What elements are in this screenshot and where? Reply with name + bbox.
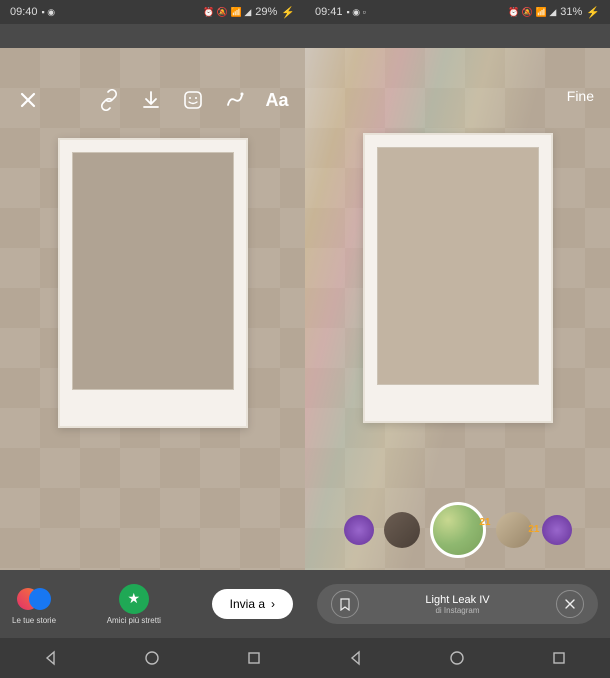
- filter-carousel[interactable]: 21 21: [305, 502, 610, 558]
- nav-recent-icon[interactable]: [244, 648, 264, 668]
- text-tool[interactable]: Aa: [265, 88, 289, 112]
- send-to-button[interactable]: Invia a ›: [212, 589, 293, 619]
- nav-home-icon[interactable]: [142, 648, 162, 668]
- right-screenshot: 09:41 ▪ ◉ ▫ ⏰ 🔕 📶 ◢ 31% ⚡ Fine 21 21: [305, 0, 610, 678]
- filter-browse-left[interactable]: [344, 515, 374, 545]
- filter-info-pill: Light Leak IV di Instagram: [317, 584, 598, 624]
- charging-icon: ⚡: [281, 6, 295, 19]
- filter-author: di Instagram: [435, 606, 479, 615]
- your-stories-label: Le tue storie: [12, 616, 56, 625]
- bookmark-icon[interactable]: [331, 590, 359, 618]
- status-bar: 09:41 ▪ ◉ ▫ ⏰ 🔕 📶 ◢ 31% ⚡: [305, 0, 610, 24]
- status-time: 09:41: [315, 6, 343, 18]
- android-nav-bar: [0, 638, 305, 678]
- android-nav-bar: [305, 638, 610, 678]
- status-battery: 29%: [255, 6, 277, 18]
- nav-back-icon[interactable]: [41, 648, 61, 668]
- link-icon[interactable]: [97, 88, 121, 112]
- filter-preview-canvas[interactable]: Fine 21 21: [305, 48, 610, 570]
- status-indicators: ⏰ 🔕 📶 ◢: [203, 7, 251, 18]
- nav-recent-icon[interactable]: [549, 648, 569, 668]
- polaroid-frame[interactable]: [363, 133, 553, 423]
- done-button[interactable]: Fine: [567, 88, 594, 104]
- filter-badge: 21: [479, 517, 490, 528]
- status-indicators: ⏰ 🔕 📶 ◢: [508, 7, 556, 18]
- polaroid-inner: [72, 152, 234, 390]
- filter-thumbnail[interactable]: 21: [496, 512, 532, 548]
- status-app-icons: ▪ ◉: [42, 7, 56, 18]
- status-battery: 31%: [560, 6, 582, 18]
- status-bar: 09:40 ▪ ◉ ⏰ 🔕 📶 ◢ 29% ⚡: [0, 0, 305, 24]
- close-friends-button[interactable]: ★ Amici più stretti: [107, 584, 161, 625]
- share-bar: Le tue storie ★ Amici più stretti Invia …: [0, 570, 305, 638]
- polaroid-inner: [377, 147, 539, 385]
- send-to-label: Invia a: [230, 597, 265, 611]
- status-app-icons: ▪ ◉ ▫: [347, 7, 366, 18]
- charging-icon: ⚡: [586, 6, 600, 19]
- nav-back-icon[interactable]: [346, 648, 366, 668]
- story-canvas[interactable]: Aa: [0, 48, 305, 570]
- filter-name: Light Leak IV: [425, 594, 489, 606]
- left-screenshot: 09:40 ▪ ◉ ⏰ 🔕 📶 ◢ 29% ⚡: [0, 0, 305, 678]
- draw-icon[interactable]: [223, 88, 247, 112]
- filter-browse-right[interactable]: [542, 515, 572, 545]
- filter-toolbar: Fine: [305, 78, 610, 114]
- your-stories-button[interactable]: Le tue storie: [12, 584, 56, 625]
- dual-story-icon: [19, 584, 49, 614]
- star-icon: ★: [119, 584, 149, 614]
- nav-home-icon[interactable]: [447, 648, 467, 668]
- sticker-icon[interactable]: [181, 88, 205, 112]
- story-toolbar: Aa: [0, 78, 305, 122]
- chevron-right-icon: ›: [271, 597, 275, 611]
- polaroid-frame[interactable]: [58, 138, 248, 428]
- close-filter-icon[interactable]: [556, 590, 584, 618]
- filter-selected[interactable]: 21: [430, 502, 486, 558]
- status-time: 09:40: [10, 6, 38, 18]
- close-icon[interactable]: [16, 88, 40, 112]
- download-icon[interactable]: [139, 88, 163, 112]
- filter-badge: 21: [528, 524, 539, 535]
- filter-thumbnail[interactable]: [384, 512, 420, 548]
- filter-info-bar: Light Leak IV di Instagram: [305, 570, 610, 638]
- close-friends-label: Amici più stretti: [107, 616, 161, 625]
